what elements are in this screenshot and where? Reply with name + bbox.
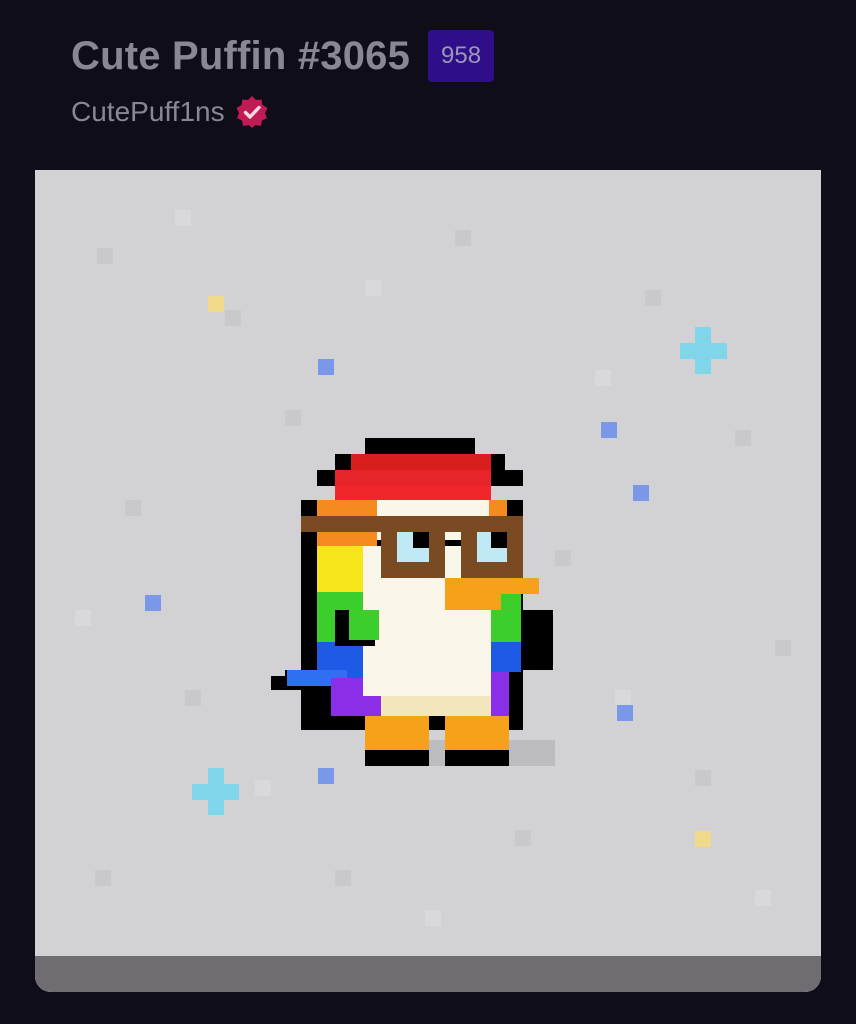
- nft-title: Cute Puffin #3065: [71, 34, 411, 78]
- rank-badge[interactable]: 958: [428, 30, 495, 82]
- creator-link[interactable]: CutePuff1ns: [71, 92, 225, 132]
- artwork-footer-bar: [35, 956, 821, 992]
- verified-badge-icon: [236, 96, 268, 128]
- puffin-pixel-art: [35, 170, 821, 992]
- title-row: Cute Puffin #3065 958: [71, 30, 495, 82]
- nft-artwork[interactable]: [35, 170, 821, 992]
- creator-row[interactable]: CutePuff1ns: [71, 92, 269, 132]
